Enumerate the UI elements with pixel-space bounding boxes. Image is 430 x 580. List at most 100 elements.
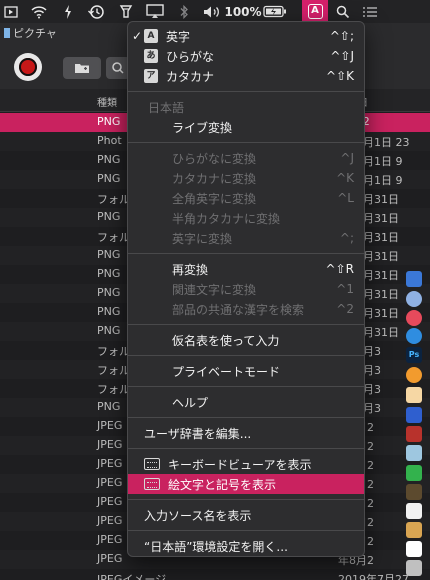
file-kind: JPEGイメージ: [97, 573, 167, 580]
menu-item-shortcut: ^⇧J: [330, 49, 354, 63]
utility-dock-icon[interactable]: [406, 445, 422, 461]
notes-dock-icon[interactable]: [406, 503, 422, 519]
launchpad-dock-icon[interactable]: [406, 291, 422, 307]
menu-item-convert-english: 英字に変換 ^;: [128, 228, 364, 248]
file-kind: JPEG: [97, 438, 123, 451]
section-header-label: 日本語: [148, 100, 185, 115]
file-row[interactable]: JPEGイメージ 2019年7月27: [0, 569, 430, 580]
file-kind: JPEG: [97, 514, 123, 527]
app-status-icon[interactable]: [56, 0, 80, 23]
menu-separator: [128, 448, 364, 449]
menu-separator: [128, 355, 364, 356]
menu-section-header: 日本語: [128, 97, 364, 117]
app-dock-icon-4[interactable]: [406, 560, 422, 576]
app-dock-icon[interactable]: [406, 367, 422, 383]
file-kind: JPEG: [97, 419, 123, 432]
file-kind: PNG: [97, 286, 121, 299]
menu-item-live-conversion[interactable]: ライブ変換: [128, 117, 364, 137]
battery-percent-label: 100%: [224, 4, 262, 19]
menu-item-open-preferences[interactable]: “日本語”環境設定を開く...: [128, 536, 364, 556]
file-kind: PNG: [97, 153, 121, 166]
acrobat-dock-icon[interactable]: [406, 426, 422, 442]
menu-item-label: 絵文字と記号を表示: [168, 477, 277, 492]
music-dock-icon[interactable]: [406, 310, 422, 326]
network-monitor-icon[interactable]: [112, 0, 140, 23]
folder-icon: [4, 28, 10, 38]
english-input-icon: A: [144, 29, 158, 43]
file-kind: JPEG: [97, 552, 123, 565]
menu-item-convert-katakana: カタカナに変換 ^K: [128, 168, 364, 188]
file-kind: フォル: [97, 193, 130, 206]
preview-dock-icon[interactable]: [406, 387, 422, 403]
menu-item-label: 再変換: [172, 262, 209, 277]
menu-item-show-input-source-name[interactable]: 入力ソース名を表示: [128, 505, 364, 525]
airplay-icon[interactable]: [140, 0, 170, 23]
battery-icon[interactable]: [260, 0, 290, 23]
menu-item-hiragana[interactable]: あ ひらがな ^⇧J: [128, 46, 364, 66]
display-mirror-icon[interactable]: [0, 0, 22, 23]
menu-separator: [128, 499, 364, 500]
app-dock-icon-3[interactable]: [406, 522, 422, 538]
calendar-dock-icon[interactable]: [406, 541, 422, 557]
file-kind: Phot: [97, 134, 122, 147]
new-folder-button[interactable]: [63, 57, 101, 79]
app-logo-icon[interactable]: [14, 53, 42, 81]
checkmark-icon: ✓: [132, 29, 143, 43]
menu-separator: [128, 324, 364, 325]
menu-item-shortcut: ^⇧K: [326, 69, 354, 83]
time-machine-icon[interactable]: [80, 0, 112, 23]
menu-item-help[interactable]: ヘルプ: [128, 392, 364, 412]
app-dock-icon-2[interactable]: [406, 484, 422, 500]
menu-separator: [128, 91, 364, 92]
input-source-label: A: [307, 4, 323, 19]
menu-separator: [128, 530, 364, 531]
menu-item-label: ひらがなに変換: [172, 151, 257, 166]
menu-item-private-mode[interactable]: プライベートモード: [128, 361, 364, 381]
file-kind: フォル: [97, 345, 130, 358]
messages-dock-icon[interactable]: [406, 465, 422, 481]
menu-item-katakana[interactable]: ア カタカナ ^⇧K: [128, 66, 364, 86]
volume-icon[interactable]: [198, 0, 226, 23]
menu-item-kana-table[interactable]: 仮名表を使って入力: [128, 330, 364, 350]
menu-item-label: 英字: [166, 29, 191, 44]
menu-item-edit-dictionary[interactable]: ユーザ辞書を編集...: [128, 423, 364, 443]
menu-item-label: ひらがな: [166, 49, 215, 64]
menu-item-keyboard-viewer[interactable]: キーボードビューアを表示: [128, 454, 364, 474]
menu-item-label: カタカナ: [166, 69, 215, 84]
spotlight-search-icon[interactable]: [328, 0, 358, 23]
safari-dock-icon[interactable]: [406, 328, 422, 344]
menu-separator: [128, 417, 364, 418]
file-kind: フォル: [97, 231, 130, 244]
input-source-menu-icon[interactable]: A: [302, 0, 328, 23]
menu-item-shortcut: ^⇧R: [325, 262, 354, 276]
notification-center-icon[interactable]: [358, 0, 382, 23]
menu-item-label: カタカナに変換: [172, 171, 257, 186]
menu-item-shortcut: ^L: [337, 191, 354, 205]
emoji-viewer-icon: [144, 478, 160, 490]
menu-separator: [128, 253, 364, 254]
file-kind: JPEG: [97, 533, 123, 546]
menu-item-label: 入力ソース名を表示: [144, 508, 252, 523]
menu-item-label: 半角カタカナに変換: [172, 211, 281, 226]
finder-dock-icon[interactable]: [406, 271, 422, 287]
photoshop-dock-icon[interactable]: Ps: [406, 347, 422, 363]
word-dock-icon[interactable]: [406, 407, 422, 423]
menu-item-related-chars: 関連文字に変換 ^1: [128, 279, 364, 299]
menu-item-shortcut: ^1: [336, 282, 354, 296]
wifi-icon[interactable]: [22, 0, 56, 23]
menu-item-label: 全角英字に変換: [172, 191, 257, 206]
menu-item-english[interactable]: ✓ A 英字 ^⇧;: [128, 26, 364, 46]
desktop-screen: ピクチャ 種類 日 PNG22:12Phot年11月1日 23PNG年11月1日…: [0, 0, 430, 580]
bluetooth-icon[interactable]: [170, 0, 198, 23]
menu-item-convert-hiragana: ひらがなに変換 ^J: [128, 148, 364, 168]
file-kind: JPEG: [97, 457, 123, 470]
menu-item-label: 関連文字に変換: [172, 282, 257, 297]
column-kind[interactable]: 種類: [97, 94, 117, 109]
file-kind: PNG: [97, 324, 121, 337]
file-kind: JPEG: [97, 476, 123, 489]
menu-item-emoji-symbols[interactable]: 絵文字と記号を表示: [128, 474, 364, 494]
hiragana-input-icon: あ: [144, 49, 158, 63]
menu-item-convert-halfwidth-katakana: 半角カタカナに変換: [128, 208, 364, 228]
file-kind: フォル: [97, 364, 130, 377]
menu-item-reconvert[interactable]: 再変換 ^⇧R: [128, 259, 364, 279]
